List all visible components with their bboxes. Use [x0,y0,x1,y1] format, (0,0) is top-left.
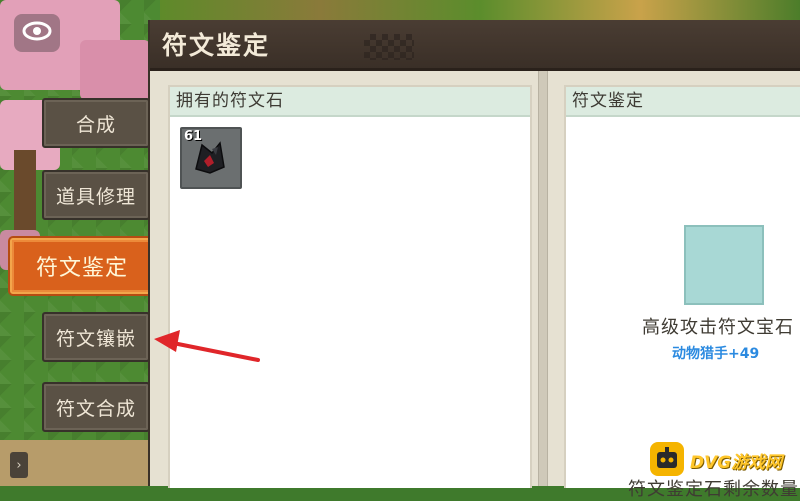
panel-body: 拥有的符文石 61 符文鉴定 高级攻击符文宝石 动物猎手+49 符文鉴定石剩余数… [150,71,800,500]
nav-item-label: 道具修理 [55,185,136,208]
owned-runes-section: 拥有的符文石 61 [168,85,532,488]
dark-rune-stone-icon [195,141,225,174]
nav-item-repair[interactable]: 道具修理 [42,170,150,220]
eye-icon [22,21,52,45]
nav-item-rune-inlay[interactable]: 符文镶嵌 [42,312,150,362]
gem-attribute: 动物猎手+49 [672,346,760,362]
rune-identify-header: 符文鉴定 [566,87,800,117]
watermark-logo-icon [650,442,684,476]
panel-divider [538,71,548,486]
nav-item-label: 符文合成 [55,397,136,420]
gem-preview-slot[interactable] [684,225,764,305]
owned-runes-header: 拥有的符文石 [170,87,530,117]
rune-stone-slot[interactable]: 61 [180,127,242,189]
gem-name: 高级攻击符文宝石 [642,317,794,338]
watermark-text: DVG游戏网 [690,453,783,473]
nav-item-label: 合成 [75,113,116,136]
chevron-right-icon: › [16,457,22,473]
nav-item-label: 符文鉴定 [35,256,128,281]
titlebar-decoration [364,34,414,60]
rune-identify-panel: 符文鉴定 拥有的符文石 61 符文鉴定 高级攻击符文宝石 动物猎手+49 符文鉴… [148,20,800,500]
nav-item-rune-identify[interactable]: 符文鉴定 [10,238,154,294]
panel-titlebar: 符文鉴定 [150,20,800,71]
toggle-ui-visibility-button[interactable] [14,14,60,52]
annotation-arrow-icon [154,330,260,362]
rune-identify-section: 符文鉴定 高级攻击符文宝石 动物猎手+49 符文鉴定石剩余数量 [564,85,800,500]
nav-item-craft[interactable]: 合成 [42,98,150,148]
site-watermark: DVG游戏网 [650,440,800,480]
nav-item-label: 符文镶嵌 [55,327,136,350]
nav-item-rune-synthesis[interactable]: 符文合成 [42,382,150,432]
expand-sidebar-button[interactable]: › [10,452,28,478]
panel-title: 符文鉴定 [162,31,271,60]
